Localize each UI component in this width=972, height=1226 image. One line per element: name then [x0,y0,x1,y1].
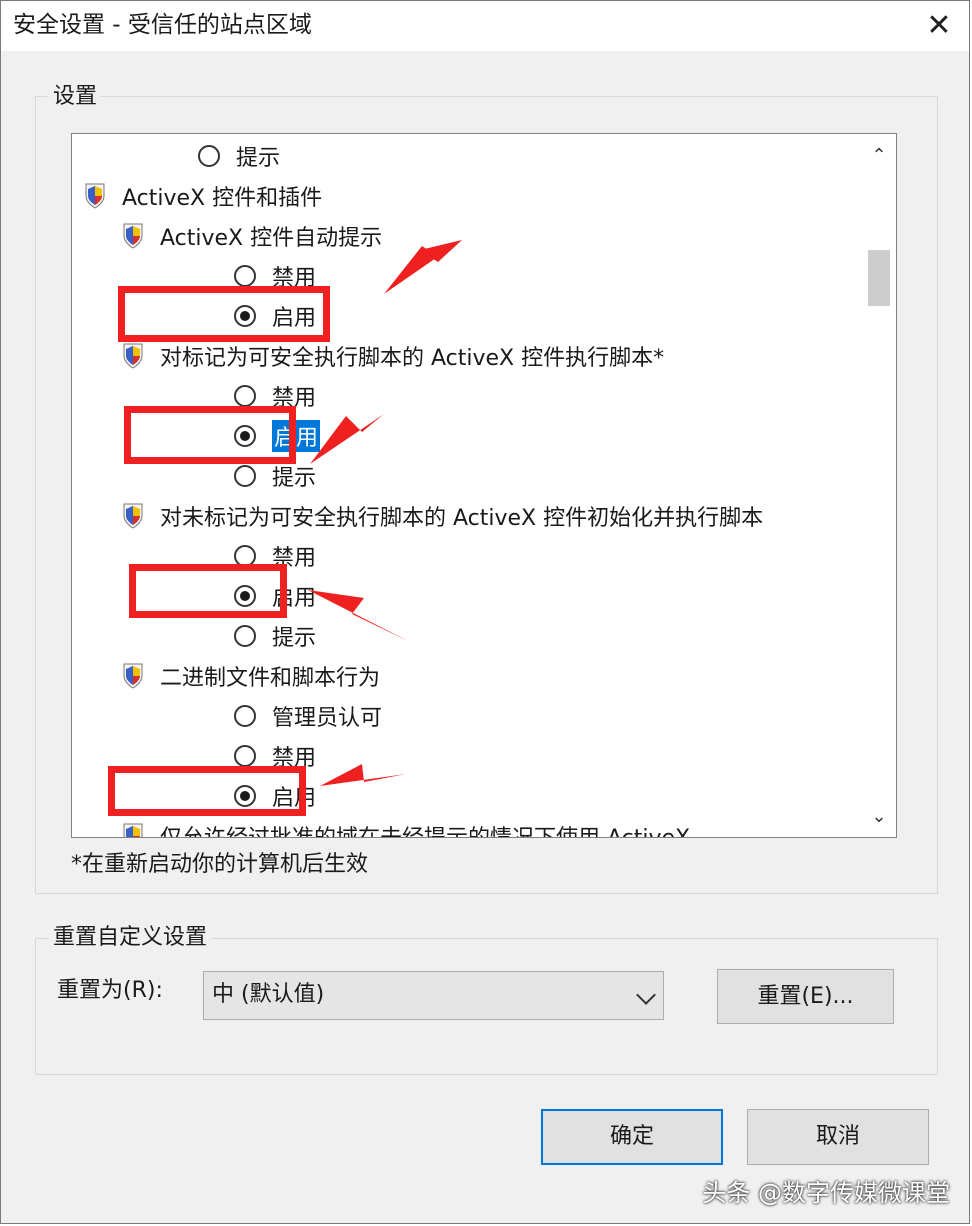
title-bar: 安全设置 - 受信任的站点区域 ✕ [1,1,969,51]
radio-option[interactable]: 提示 [198,136,280,176]
tree-item-label: 对未标记为可安全执行脚本的 ActiveX 控件初始化并执行脚本 [160,506,764,531]
tree-item-label: ActiveX 控件和插件 [122,186,323,211]
annotation-box-2 [124,406,296,464]
radio-unchecked-icon[interactable] [234,625,256,647]
shield-icon [122,663,144,689]
reset-level-select[interactable]: 中 (默认值) [203,971,664,1020]
shield-icon [122,223,144,249]
tree-setting: 对未标记为可安全执行脚本的 ActiveX 控件初始化并执行脚本 [122,496,763,536]
shield-icon [122,503,144,529]
chevron-down-icon [636,985,656,1005]
radio-unchecked-icon[interactable] [234,705,256,727]
annotation-box-1 [118,286,330,342]
close-icon[interactable]: ✕ [919,7,959,45]
tree-item-label: 提示 [272,626,317,651]
settings-tree-list[interactable]: 提示 ActiveX 控件和插件 ActiveX 控件自动提示 禁用 启用 对标记为可安全… [71,133,897,838]
reset-to-label: 重置为(R): [57,978,163,1003]
radio-unchecked-icon[interactable] [234,465,256,487]
scroll-down-icon[interactable]: ⌄ [862,799,896,835]
radio-unchecked-icon[interactable] [198,145,220,167]
tree-setting: 仅允许经过批准的域在未经提示的情况下使用 ActiveX [122,816,690,837]
tree-item-label: 提示 [236,146,281,171]
tree-item-label: 管理员认可 [272,706,383,731]
radio-unchecked-icon[interactable] [234,385,256,407]
shield-icon [84,183,106,209]
annotation-box-4 [108,766,306,816]
tree-item-label: ActiveX 控件自动提示 [160,226,383,251]
radio-option[interactable]: 管理员认可 [234,696,382,736]
cancel-button[interactable]: 取消 [747,1109,929,1165]
tree-setting: ActiveX 控件自动提示 [122,216,382,256]
scroll-up-icon[interactable]: ⌃ [862,138,896,174]
tree-setting: 二进制文件和脚本行为 [122,656,380,696]
radio-option[interactable]: 提示 [234,616,316,656]
reset-level-value: 中 (默认值) [212,982,325,1007]
shield-icon [122,823,144,837]
settings-group-label: 设置 [49,83,102,111]
annotation-box-3 [129,564,287,618]
radio-unchecked-icon[interactable] [234,265,256,287]
tree-group: ActiveX 控件和插件 [84,176,322,216]
reset-button[interactable]: 重置(E)... [717,969,894,1024]
scroll-thumb[interactable] [868,250,890,306]
tree-item-label: 对标记为可安全执行脚本的 ActiveX 控件执行脚本* [160,346,665,371]
tree-setting: 对标记为可安全执行脚本的 ActiveX 控件执行脚本* [122,336,664,376]
window-title: 安全设置 - 受信任的站点区域 [13,12,312,38]
tree-item-label: 二进制文件和脚本行为 [160,666,381,691]
shield-icon [122,343,144,369]
ok-button[interactable]: 确定 [541,1109,723,1165]
tree-item-label: 提示 [272,466,317,491]
tree-item-label: 仅允许经过批准的域在未经提示的情况下使用 ActiveX [160,820,690,837]
watermark: 头条 @数字传媒微课堂 [702,1179,950,1207]
vertical-scrollbar[interactable]: ⌃ ⌄ [862,134,896,837]
reset-group-label: 重置自定义设置 [49,924,212,952]
radio-unchecked-icon[interactable] [234,745,256,767]
restart-note: *在重新启动你的计算机后生效 [71,852,369,877]
